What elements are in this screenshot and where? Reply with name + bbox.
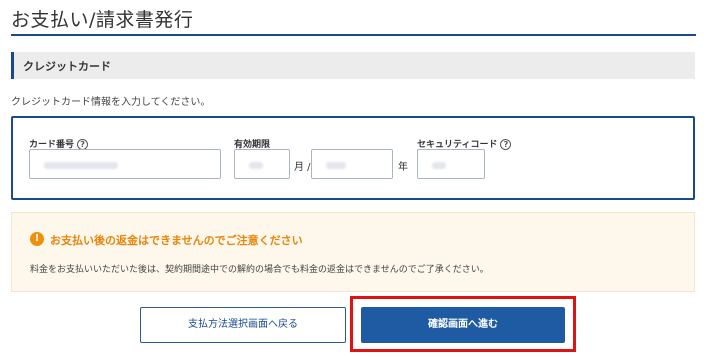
security-code-input[interactable] [417, 149, 485, 179]
expiry-year-input[interactable] [311, 149, 393, 179]
section-accent-bar [11, 52, 14, 79]
masked-value [432, 162, 446, 169]
year-unit: 年 [398, 162, 408, 173]
section-title: クレジットカード [23, 60, 111, 73]
card-form: カード番号? 有効期限 月 / 年 セキュリティコード? [11, 116, 695, 200]
intro-text: クレジットカード情報を入力してください。 [11, 97, 211, 108]
month-unit: 月 / [294, 162, 311, 173]
section-header: クレジットカード [11, 52, 695, 79]
card-number-input[interactable] [29, 149, 221, 179]
notice-body: 料金をお支払いいただいた後は、契約期間途中での解約の場合でも料金の返金はできませ… [30, 265, 489, 275]
masked-value [249, 162, 263, 169]
back-to-payment-method-button[interactable]: 支払方法選択画面へ戻る [140, 307, 346, 343]
title-divider [11, 34, 696, 36]
masked-value [44, 162, 118, 169]
expiry-month-input[interactable] [234, 149, 290, 179]
confirm-button-highlight [350, 296, 576, 352]
notice-title: お支払い後の返金はできませんのでご注意ください [50, 234, 303, 247]
warning-icon: ! [30, 232, 44, 246]
refund-notice: ! お支払い後の返金はできませんのでご注意ください 料金をお支払いいただいた後は… [11, 212, 695, 292]
masked-value [326, 162, 346, 169]
page-title: お支払い/請求書発行 [11, 9, 194, 31]
help-icon[interactable]: ? [500, 139, 512, 150]
